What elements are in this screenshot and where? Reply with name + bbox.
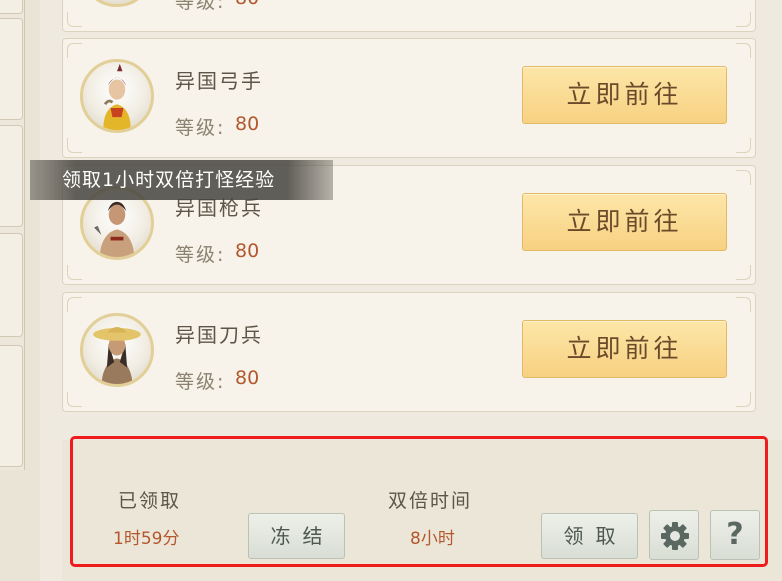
rail-tab-1[interactable] (0, 0, 23, 14)
go-now-button[interactable]: 立即前往 (522, 66, 727, 124)
enemy-name: 异国弓手 (175, 69, 263, 93)
enemy-level-label: 等级: (175, 244, 226, 266)
rail-tab-3[interactable] (0, 125, 23, 227)
go-now-button[interactable]: 立即前往 (522, 193, 727, 251)
rail-tab-2[interactable] (0, 18, 23, 120)
double-exp-tooltip: 领取1小时双倍打怪经验 (30, 160, 333, 200)
enemy-level-value: 80 (235, 367, 260, 389)
enemy-card: 等级: 80 (62, 0, 756, 32)
swordsman-portrait-art (93, 327, 141, 384)
enemy-level-value: 80 (235, 240, 260, 262)
enemy-level-label: 等级: (175, 0, 226, 13)
enemy-card-archer: 异国弓手 等级: 80 立即前往 (62, 38, 756, 158)
enemy-name: 异国刀兵 (175, 323, 263, 347)
rail-tab-5[interactable] (0, 345, 23, 467)
enemy-level-label: 等级: (175, 117, 226, 139)
rail-tab-4[interactable] (0, 233, 23, 337)
archer-portrait-art (103, 63, 131, 130)
highlight-annotation-box (70, 436, 768, 567)
enemy-level-label: 等级: (175, 371, 226, 393)
archer-portrait (80, 59, 154, 133)
go-now-button[interactable]: 立即前往 (522, 320, 727, 378)
swordsman-portrait (80, 313, 154, 387)
enemy-card-swordsman: 异国刀兵 等级: 80 立即前往 (62, 292, 756, 412)
enemy-level-value: 80 (235, 0, 259, 9)
left-tab-rail (0, 0, 25, 470)
enemy-portrait (80, 0, 154, 7)
enemy-level-value: 80 (235, 113, 260, 135)
